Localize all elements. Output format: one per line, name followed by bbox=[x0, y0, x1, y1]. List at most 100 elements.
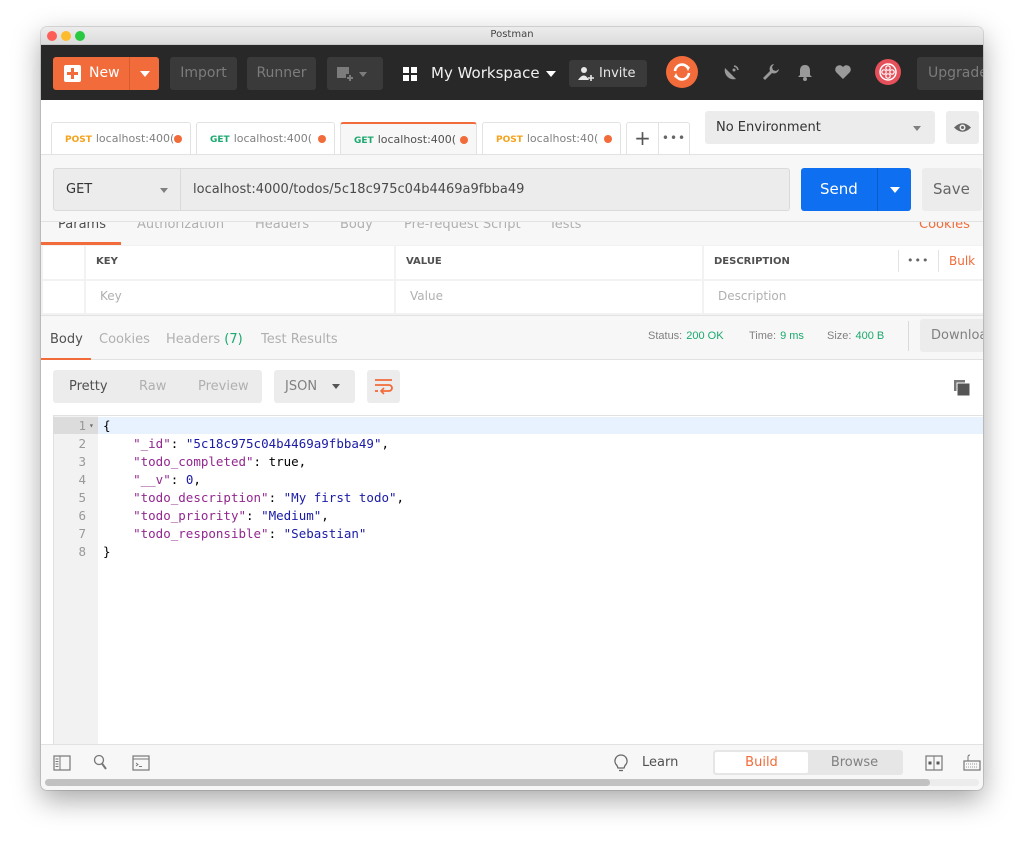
environment-quick-look-button[interactable] bbox=[946, 111, 979, 144]
sidebar-toggle-icon[interactable] bbox=[53, 754, 71, 772]
wrap-lines-button[interactable] bbox=[367, 370, 400, 403]
browse-mode-button[interactable]: Browse bbox=[808, 750, 901, 775]
tab-response-headers[interactable]: Headers (7) bbox=[166, 332, 243, 347]
invite-label: Invite bbox=[599, 66, 636, 81]
headers-count: (7) bbox=[224, 332, 243, 347]
two-pane-view-icon[interactable] bbox=[925, 754, 943, 772]
import-button[interactable]: Import bbox=[170, 57, 237, 90]
horizontal-scrollbar[interactable] bbox=[45, 779, 979, 786]
send-dropdown-button[interactable] bbox=[877, 168, 911, 211]
tab-response-cookies[interactable]: Cookies bbox=[99, 332, 150, 347]
tab-method: POST bbox=[65, 135, 92, 145]
request-tab[interactable]: POST localhost:400( bbox=[51, 122, 191, 155]
method-selector[interactable]: GET bbox=[53, 168, 181, 211]
build-browse-toggle: Build Browse bbox=[713, 750, 903, 775]
add-tab-button[interactable]: + bbox=[626, 122, 659, 155]
chevron-down-icon bbox=[160, 188, 168, 193]
tab-tests[interactable]: Tests bbox=[549, 222, 581, 232]
eye-icon bbox=[954, 123, 971, 132]
format-preview[interactable]: Preview bbox=[198, 370, 249, 403]
new-button[interactable]: New bbox=[53, 57, 159, 90]
save-button[interactable]: Save bbox=[922, 168, 982, 211]
language-label: JSON bbox=[285, 379, 318, 394]
method-label: GET bbox=[66, 182, 93, 197]
heart-icon[interactable] bbox=[833, 62, 853, 82]
url-input[interactable]: localhost:4000/todos/5c18c975c04b4469a9f… bbox=[181, 168, 790, 211]
unsaved-dot-icon bbox=[604, 135, 612, 143]
wrench-icon[interactable] bbox=[761, 62, 781, 82]
invite-button[interactable]: Invite bbox=[569, 60, 647, 87]
title-bar: Postman bbox=[41, 27, 983, 45]
row-checkbox-header bbox=[43, 246, 84, 279]
chevron-down-icon bbox=[913, 126, 921, 131]
console-icon[interactable] bbox=[132, 754, 150, 772]
tab-authorization[interactable]: Authorization bbox=[137, 222, 224, 232]
tab-headers[interactable]: Headers bbox=[255, 222, 309, 232]
wrap-lines-icon bbox=[375, 379, 393, 395]
request-tabs-bar: POST localhost:400( GET localhost:400( GET… bbox=[41, 100, 983, 155]
code-text: "todo_responsible": "Sebastian" bbox=[133, 526, 367, 541]
format-raw[interactable]: Raw bbox=[139, 370, 166, 403]
search-icon[interactable] bbox=[92, 754, 110, 772]
tab-response-body[interactable]: Body bbox=[50, 332, 83, 347]
param-key-input[interactable]: Key bbox=[86, 281, 394, 313]
bell-icon[interactable] bbox=[795, 62, 815, 82]
upgrade-button[interactable]: Upgrade bbox=[917, 57, 983, 90]
params-table: KEY VALUE DESCRIPTION ••• Bulk Edit Key … bbox=[41, 245, 983, 315]
code-line: 8} bbox=[53, 543, 983, 561]
copy-icon[interactable] bbox=[954, 380, 970, 396]
new-dropdown-button[interactable] bbox=[129, 57, 159, 90]
code-line: 6 "todo_priority": "Medium", bbox=[53, 507, 983, 525]
tab-label: localhost:400( bbox=[95, 132, 175, 145]
user-avatar[interactable] bbox=[875, 59, 901, 85]
language-selector[interactable]: JSON bbox=[274, 370, 355, 403]
request-tab[interactable]: POST localhost:40( bbox=[482, 122, 621, 155]
send-button[interactable]: Send bbox=[801, 168, 911, 211]
cookies-link[interactable]: Cookies bbox=[919, 222, 970, 232]
chevron-down-icon bbox=[890, 187, 900, 193]
row-checkbox[interactable] bbox=[43, 281, 84, 313]
learn-button[interactable]: Learn bbox=[613, 753, 678, 773]
runner-button[interactable]: Runner bbox=[247, 57, 316, 90]
format-pretty[interactable]: Pretty bbox=[69, 370, 108, 403]
tab-options-button[interactable]: ••• bbox=[659, 122, 690, 155]
add-user-icon bbox=[578, 67, 594, 81]
code-line: 2 "_id": "5c18c975c04b4469a9fbba49", bbox=[53, 435, 983, 453]
download-button[interactable]: Download bbox=[920, 319, 983, 352]
more-options-icon[interactable]: ••• bbox=[907, 246, 929, 276]
window-title: Postman bbox=[490, 29, 534, 40]
tab-label: localhost:400( bbox=[233, 132, 313, 145]
avatar-icon bbox=[879, 63, 897, 81]
param-description-input[interactable]: Description bbox=[704, 281, 983, 313]
scrollbar-thumb[interactable] bbox=[45, 779, 930, 786]
environment-selector[interactable]: No Environment bbox=[705, 111, 935, 144]
request-tab-active[interactable]: GET localhost:400( bbox=[340, 122, 477, 155]
response-code-editor[interactable]: 1 ▾{2 "_id": "5c18c975c04b4469a9fbba49", 3… bbox=[53, 415, 983, 744]
workspace-selector[interactable]: My Workspace bbox=[403, 57, 556, 90]
tab-pre-request-script[interactable]: Pre-request Script bbox=[404, 222, 521, 232]
sync-button[interactable] bbox=[666, 56, 698, 88]
description-header-label: DESCRIPTION bbox=[714, 256, 790, 267]
code-text: "todo_completed": true, bbox=[133, 454, 307, 469]
tab-body[interactable]: Body bbox=[340, 222, 373, 232]
lightbulb-icon bbox=[614, 754, 628, 772]
more-icon: ••• bbox=[661, 131, 687, 145]
request-tab[interactable]: GET localhost:400( bbox=[196, 122, 335, 155]
code-line: 3 "todo_completed": true, bbox=[53, 453, 983, 471]
tab-test-results[interactable]: Test Results bbox=[261, 332, 338, 347]
line-number: 7 bbox=[78, 526, 86, 541]
chevron-down-icon bbox=[140, 71, 150, 77]
sync-icon bbox=[673, 63, 691, 81]
column-header-description: DESCRIPTION bbox=[704, 246, 983, 279]
divider bbox=[908, 321, 909, 351]
tab-params[interactable]: Params bbox=[58, 222, 106, 232]
satellite-icon[interactable] bbox=[722, 62, 742, 82]
new-window-button[interactable] bbox=[327, 57, 383, 90]
column-header-value: VALUE bbox=[396, 246, 702, 279]
build-mode-button[interactable]: Build bbox=[715, 752, 808, 773]
fold-toggle-icon[interactable]: ▾ bbox=[89, 417, 94, 435]
keyboard-shortcuts-icon[interactable] bbox=[963, 754, 981, 772]
param-value-input[interactable]: Value bbox=[396, 281, 702, 313]
size-label: Size: bbox=[827, 330, 852, 342]
app-header: New Import Runner My Workspace Invite Up… bbox=[41, 45, 983, 100]
